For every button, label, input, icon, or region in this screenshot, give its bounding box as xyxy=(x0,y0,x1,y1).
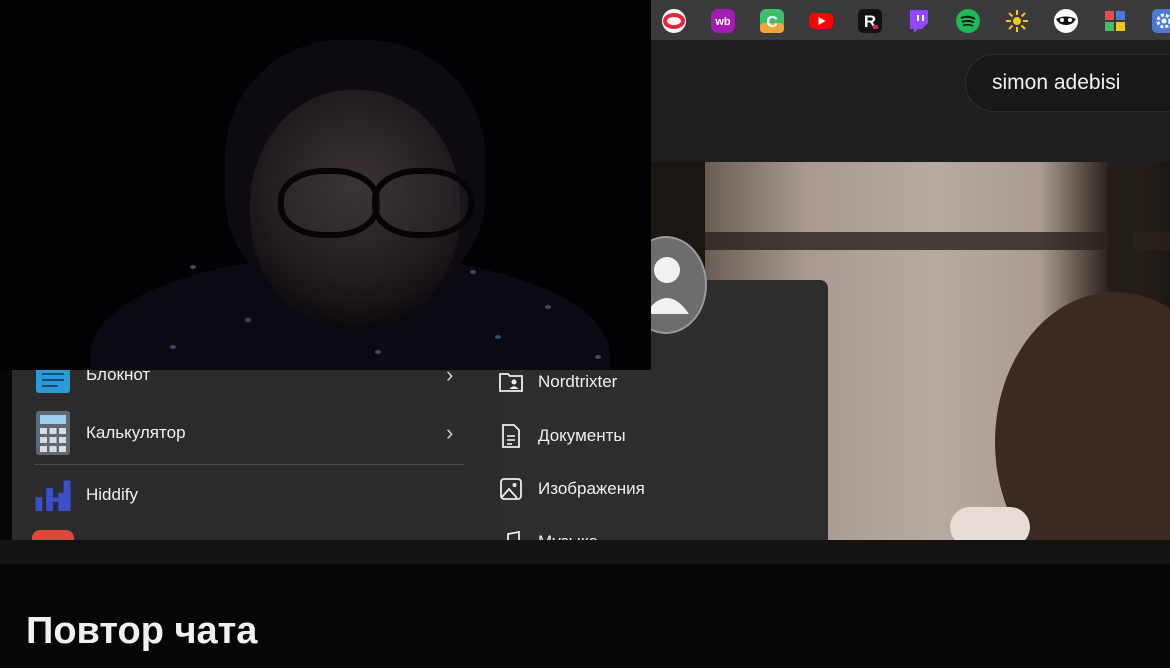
webcam-figure xyxy=(170,345,176,349)
opera-icon[interactable] xyxy=(660,7,688,35)
youtube-icon[interactable] xyxy=(807,7,835,35)
link-label: Nordtrixter xyxy=(538,372,618,391)
hiddify-icon xyxy=(34,472,72,518)
webcam-figure xyxy=(495,335,501,339)
link-item-music[interactable]: Музыка xyxy=(498,527,598,540)
c-extension-icon[interactable]: C xyxy=(758,7,786,35)
video-frame-detail xyxy=(650,232,1170,250)
app-icon-partial xyxy=(32,530,74,540)
channel-name: simon adebisi xyxy=(992,71,1121,94)
spotify-icon[interactable] xyxy=(954,7,982,35)
wildberries-icon[interactable]: wb xyxy=(709,7,737,35)
r-extension-icon[interactable]: R xyxy=(856,7,884,35)
webcam-overlay xyxy=(0,0,651,370)
document-icon xyxy=(498,423,524,449)
link-item-user-folder[interactable]: Nordtrixter xyxy=(498,367,617,397)
svg-text:wb: wb xyxy=(714,16,731,28)
video-frame-detail xyxy=(995,292,1170,540)
webcam-figure xyxy=(372,168,474,238)
webcam-figure xyxy=(545,305,551,309)
chat-replay-title[interactable]: Повтор чата xyxy=(26,610,257,653)
webcam-figure xyxy=(278,168,380,238)
app-label: Калькулятор xyxy=(86,423,186,442)
app-item-hiddify[interactable]: Hiddify xyxy=(34,472,138,518)
app-label: Hiddify xyxy=(86,485,138,504)
link-label: Изображения xyxy=(538,479,645,498)
app-item-calculator[interactable]: Калькулятор xyxy=(34,410,186,456)
link-item-music-clip: Музыка xyxy=(498,527,738,540)
puzzle-extension-icon[interactable] xyxy=(1101,7,1129,35)
webcam-figure xyxy=(190,265,196,269)
image-icon xyxy=(498,476,524,502)
webcam-figure xyxy=(470,270,476,274)
channel-name-chip[interactable]: simon adebisi xyxy=(965,54,1170,112)
sun-extension-icon[interactable] xyxy=(1003,7,1031,35)
link-label: Документы xyxy=(538,426,626,445)
menu-divider xyxy=(34,464,464,465)
link-label: Музыка xyxy=(538,532,598,540)
calculator-icon xyxy=(34,410,72,456)
webcam-figure xyxy=(245,318,251,322)
svg-text:C: C xyxy=(766,14,778,31)
link-item-documents[interactable]: Документы xyxy=(498,421,626,451)
mask-extension-icon[interactable] xyxy=(1052,7,1080,35)
video-frame-detail xyxy=(950,507,1030,540)
link-item-pictures[interactable]: Изображения xyxy=(498,474,645,504)
twitch-icon[interactable] xyxy=(905,7,933,35)
settings-extension-icon[interactable] xyxy=(1150,7,1170,35)
music-icon xyxy=(498,529,524,540)
divider-strip xyxy=(0,540,1170,564)
webcam-figure xyxy=(595,355,601,359)
webcam-figure xyxy=(375,350,381,354)
chevron-right-icon[interactable]: › xyxy=(446,420,453,446)
extensions-bar: wb C R xyxy=(660,7,1170,35)
user-folder-icon xyxy=(498,369,524,395)
